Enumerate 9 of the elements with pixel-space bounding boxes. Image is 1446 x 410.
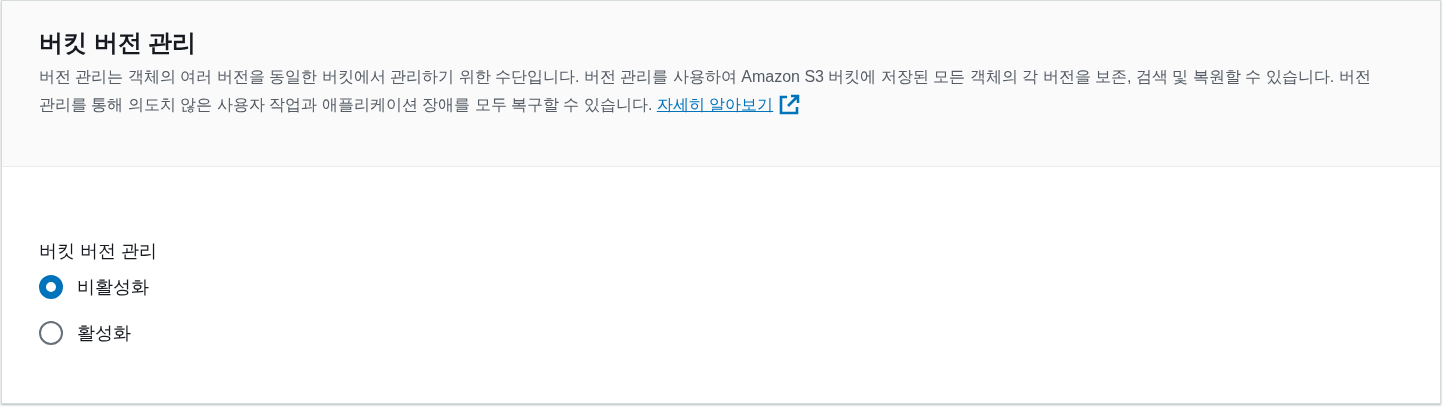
section-title: 버킷 버전 관리: [39, 28, 198, 58]
radio-option[interactable]: 비활성화: [39, 273, 1403, 301]
learn-more-link[interactable]: 자세히 알아보기: [656, 91, 802, 119]
field-label: 버킷 버전 관리: [39, 240, 158, 263]
radio-button[interactable]: [39, 275, 63, 299]
radio-option[interactable]: 활성화: [39, 319, 1403, 347]
radio-button[interactable]: [39, 321, 63, 345]
section-description: 버전 관리는 객체의 여러 버전을 동일한 버킷에서 관리하기 위한 수단입니다. 버전 관리를 사용하여 Amazon S3 버킷에 저장된 모든 객체의 각 버전을 보존, 검색 및 복원할 수 있습니다. 버전 관리를 통해 의도치 않은 사용자 작업과 애플리케이션 장애를 모두 복구할 수 있습니다. 자세히 알아보기: [39, 63, 1403, 119]
external-link-icon: [777, 93, 802, 117]
